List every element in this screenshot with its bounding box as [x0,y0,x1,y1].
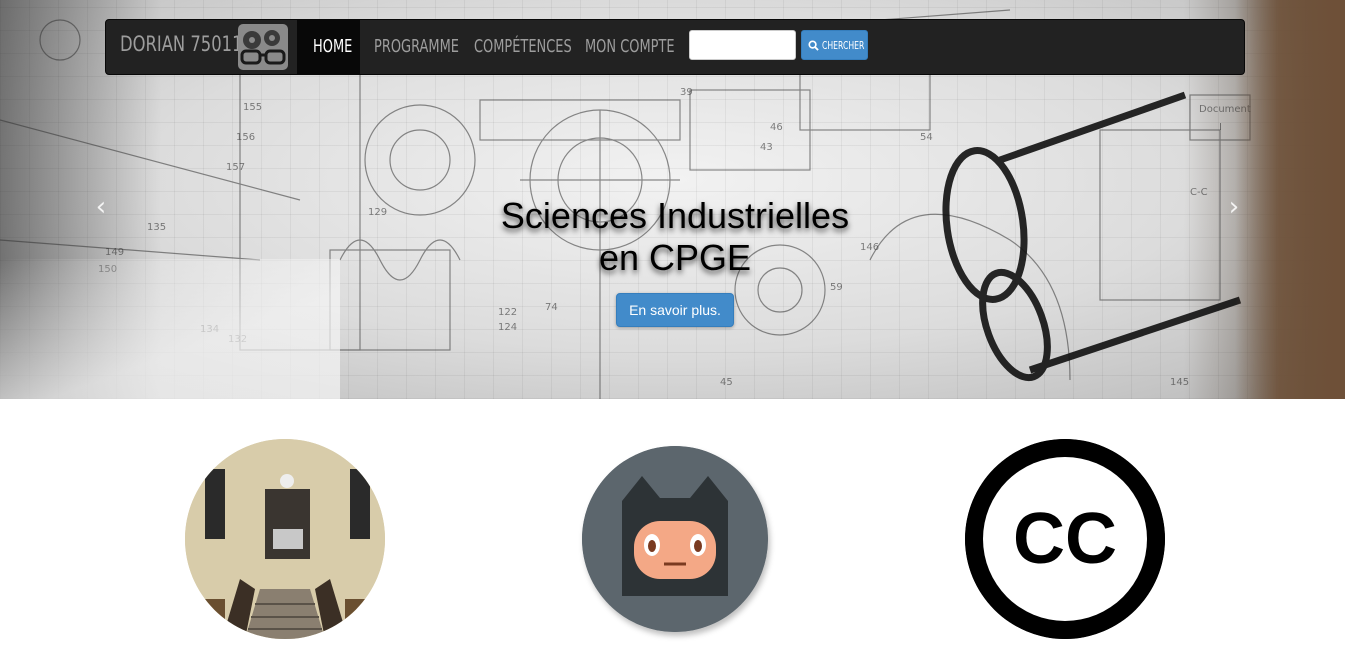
creative-commons-icon: CC [965,439,1165,639]
navbar: DORIAN 75011 HOME PROGRAMME COMPÉTENCES … [105,19,1245,75]
svg-text:157: 157 [226,162,245,173]
carousel-prev-icon[interactable]: ‹ [91,192,111,222]
learn-more-button[interactable]: En savoir plus. [616,293,734,327]
nav-mon-compte[interactable]: MON COMPTE [585,20,675,74]
nav-home[interactable]: HOME [297,20,360,74]
staircase-illustration [185,439,385,639]
svg-text:149: 149 [105,247,124,258]
svg-text:129: 129 [368,207,387,218]
svg-text:46: 46 [770,122,783,133]
svg-text:135: 135 [147,222,166,233]
brand-link[interactable]: DORIAN 75011 [120,32,242,56]
nav-programme[interactable]: PROGRAMME [374,20,464,74]
carousel-title-line1: Sciences Industrielles [500,195,850,236]
nav-competences[interactable]: COMPÉTENCES [474,20,574,74]
school-staircase-photo [185,439,385,639]
nav-programme-label: PROGRAMME [374,36,459,57]
search-button-label: CHERCHER [821,38,864,52]
svg-text:54: 54 [920,132,933,143]
carousel-next-icon[interactable]: › [1224,192,1244,222]
octocat-icon [582,446,768,632]
svg-text:155: 155 [243,102,262,113]
svg-text:I: I [1219,122,1222,133]
cc-text: CC [1013,499,1117,579]
gears-glasses-logo-icon[interactable] [238,24,288,70]
search-icon [807,39,819,51]
search-input[interactable] [689,30,796,60]
svg-text:39: 39 [680,87,693,98]
nav-competences-label: COMPÉTENCES [474,36,572,57]
svg-text:145: 145 [1170,377,1189,388]
svg-text:C-C: C-C [1190,187,1208,198]
svg-text:156: 156 [236,132,255,143]
creative-commons-logo[interactable]: CC [965,439,1165,639]
nav-mon-compte-label: MON COMPTE [585,36,675,57]
search-button[interactable]: CHERCHER [801,30,868,60]
svg-text:45: 45 [720,377,733,388]
paper-sheet [0,259,340,399]
carousel-title-line2: en CPGE [598,237,752,278]
svg-text:43: 43 [760,142,773,153]
nav-home-label: HOME [313,36,353,57]
wood-table-edge [1235,0,1345,399]
carousel-caption: Sciences Industrielles en CPGE En savoir… [460,195,890,327]
github-octocat-avatar[interactable] [582,446,768,632]
